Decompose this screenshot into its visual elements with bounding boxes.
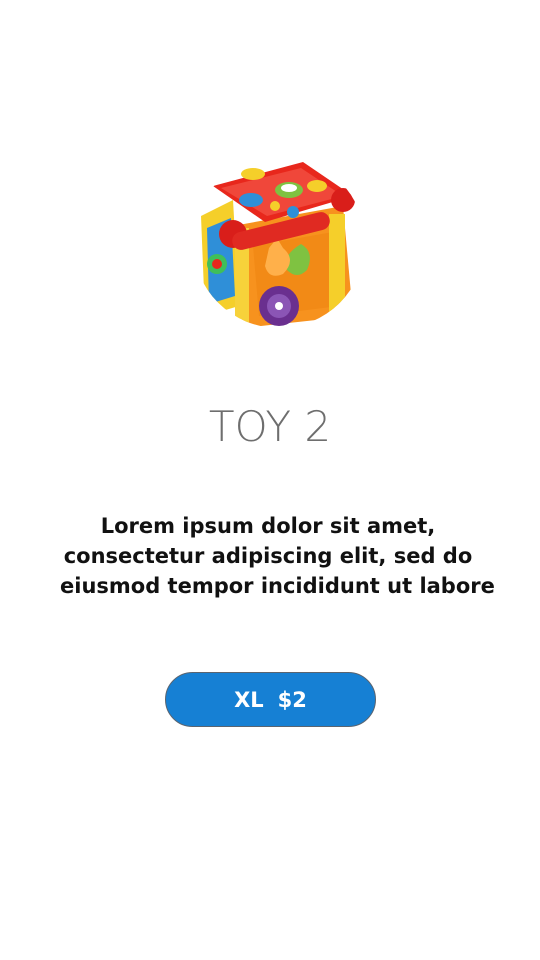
product-description: Lorem ipsum dolor sit amet, consectetur … xyxy=(60,511,495,601)
description-line: eiusmod tempor incididunt ut labore xyxy=(60,574,495,598)
product-image xyxy=(193,156,365,328)
size-label: XL xyxy=(234,687,264,712)
description-line: consectetur adipiscing elit, sed do xyxy=(63,544,473,568)
product-title: TOY 2 xyxy=(208,402,332,451)
price-label: $2 xyxy=(277,687,307,712)
description-line: Lorem ipsum dolor sit amet, xyxy=(100,514,436,538)
toy-activity-cube-icon xyxy=(193,156,365,328)
size-price-button[interactable]: XL $2 xyxy=(165,672,376,727)
